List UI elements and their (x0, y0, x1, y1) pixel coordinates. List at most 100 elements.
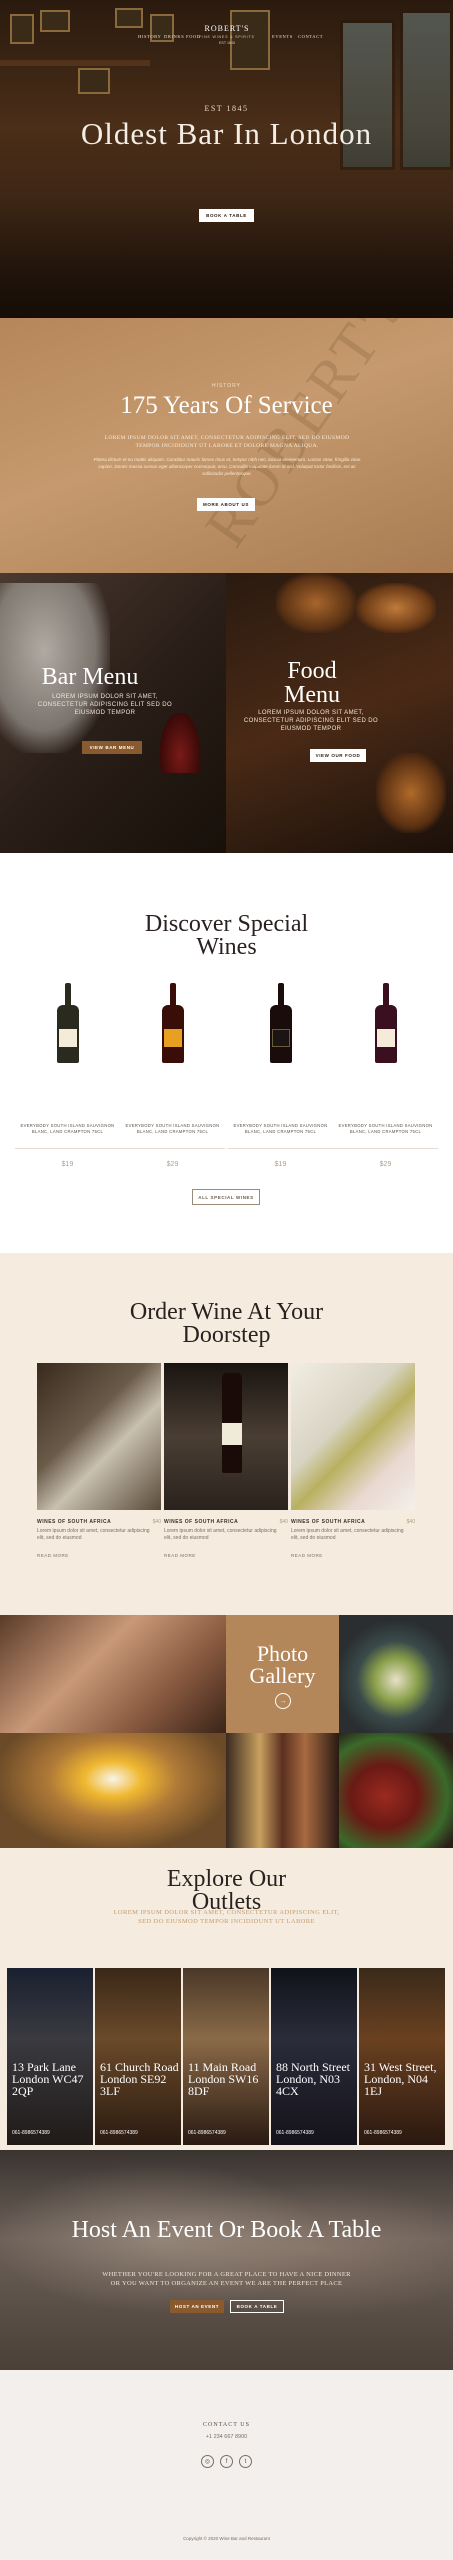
wine-glass-photo (160, 713, 200, 773)
outlet-phone: 061-8986574389 (100, 2130, 138, 2136)
twitter-icon[interactable]: t (239, 2455, 252, 2468)
outlet-address: 11 Main Road London SW16 8DF (188, 2060, 259, 2098)
gallery-photo[interactable] (339, 1733, 453, 1848)
wines-section: Discover Special Wines EVERYBODY SOUTH I… (0, 853, 453, 1253)
order-item-title: WINES OF SOUTH AFRICA (37, 1519, 112, 1525)
outlet-card[interactable]: 61 Church Road London SE92 3LF 061-89865… (95, 1968, 181, 2145)
order-item-price: $40 (406, 1519, 415, 1525)
order-item-desc: Lorem ipsum dolor sit amet, consectetur … (37, 1528, 150, 1541)
nav-item-contact[interactable]: CONTACT (298, 34, 323, 39)
order-title: Order Wine At Your Doorstep (129, 1299, 324, 1348)
order-card[interactable]: WINES OF SOUTH AFRICA $40 Lorem ipsum do… (164, 1363, 288, 1558)
hero-section: HISTORY DRINKS EVENTS CONTACT FOOD ROBER… (0, 0, 453, 318)
event-photo (0, 2150, 453, 2370)
read-more-link[interactable]: READ MORE (37, 1553, 69, 1558)
order-item-price: $40 (279, 1519, 288, 1525)
event-title: Host An Event Or Book A Table (71, 2217, 382, 2243)
logo-year: EST 1845 (219, 41, 235, 45)
all-wines-button[interactable]: ALL SPECIAL WINES (192, 1189, 260, 1205)
logo-subtitle: FINE WINES & SPIRITS (199, 35, 255, 39)
food-menu-text: LOREM IPSUM DOLOR SIT AMET, CONSECTETUR … (243, 710, 379, 732)
book-table-button[interactable]: BOOK A TABLE (199, 209, 254, 222)
food-photo (356, 583, 436, 633)
wine-name: EVERYBODY SOUTH ISLAND SAUVIGNON BLANC, … (338, 1123, 433, 1134)
event-section: Host An Event Or Book A Table WHETHER YO… (0, 2150, 453, 2370)
outlets-section: Explore Our Outlets LOREM IPSUM DOLOR SI… (0, 1848, 453, 2150)
wine-name: EVERYBODY SOUTH ISLAND SAUVIGNON BLANC, … (125, 1123, 220, 1134)
gallery-title: Photo Gallery (249, 1641, 316, 1688)
outlet-address: 61 Church Road London SE92 3LF (100, 2060, 179, 2098)
outlet-phone: 061-8986574389 (276, 2130, 314, 2136)
view-bar-menu-button[interactable]: VIEW BAR MENU (82, 741, 142, 754)
host-event-button[interactable]: HOST AN EVENT (170, 2300, 224, 2313)
bar-menu-title: Bar Menu (41, 664, 139, 690)
order-image (164, 1363, 288, 1510)
wine-price: $19 (274, 1161, 287, 1168)
more-about-button[interactable]: MORE ABOUT US (197, 498, 255, 511)
wines-title: Discover Special Wines (144, 911, 309, 960)
footer-heading: CONTACT US (203, 2422, 250, 2428)
read-more-link[interactable]: READ MORE (291, 1553, 323, 1558)
service-section: ROBERT'S HISTORY 175 Years Of Service LO… (0, 318, 453, 573)
service-subtitle: HISTORY (211, 383, 242, 389)
outlet-phone: 061-8986574389 (12, 2130, 50, 2136)
order-section: Order Wine At Your Doorstep WINES OF SOU… (0, 1253, 453, 1615)
hero-title: Oldest Bar In London (80, 116, 373, 151)
site-logo[interactable]: ROBERT'S FINE WINES & SPIRITS EST 1845 (196, 24, 258, 45)
service-body: Platea dictum et eu mattis aliquam. Cura… (93, 457, 361, 476)
wine-bottle-image (57, 983, 79, 1063)
order-item-price: $40 (152, 1519, 161, 1525)
instagram-icon[interactable]: ◎ (201, 2455, 214, 2468)
wine-price: $29 (379, 1161, 392, 1168)
wine-name: EVERYBODY SOUTH ISLAND SAUVIGNON BLANC, … (233, 1123, 328, 1134)
arrow-right-icon[interactable]: → (275, 1693, 291, 1709)
order-card[interactable]: WINES OF SOUTH AFRICA $40 Lorem ipsum do… (291, 1363, 415, 1558)
gallery-photo[interactable] (339, 1615, 453, 1733)
book-table-button[interactable]: BOOK A TABLE (230, 2300, 284, 2313)
footer-phone[interactable]: +1 234 667 8900 (0, 2434, 453, 2440)
order-card[interactable]: WINES OF SOUTH AFRICA $40 Lorem ipsum do… (37, 1363, 161, 1558)
wine-bottle-image (375, 983, 397, 1063)
gallery-photo[interactable] (0, 1615, 226, 1733)
outlet-address: 88 North Street London, N03 4CX (276, 2060, 350, 2098)
facebook-icon[interactable]: f (220, 2455, 233, 2468)
wine-bottle-image (162, 983, 184, 1063)
outlet-card[interactable]: 11 Main Road London SW16 8DF 061-8986574… (183, 1968, 269, 2145)
divider (15, 1148, 120, 1149)
divider (120, 1148, 225, 1149)
copyright: Copyright © 2020 Wine Bar and Restaurant (183, 2536, 270, 2541)
wine-price: $19 (61, 1161, 74, 1168)
gallery-photo[interactable] (0, 1733, 226, 1848)
divider (333, 1148, 438, 1149)
food-photo (376, 753, 446, 833)
food-menu-panel: Food Menu LOREM IPSUM DOLOR SIT AMET, CO… (226, 573, 453, 853)
order-item-desc: Lorem ipsum dolor sit amet, consectetur … (164, 1528, 277, 1541)
nav-item-history[interactable]: HISTORY (138, 34, 161, 39)
bar-menu-text: LOREM IPSUM DOLOR SIT AMET, CONSECTETUR … (37, 694, 173, 716)
gallery-title-tile: Photo Gallery → (226, 1615, 339, 1733)
gallery-photo[interactable] (226, 1733, 339, 1848)
read-more-link[interactable]: READ MORE (164, 1553, 196, 1558)
divider (228, 1148, 333, 1149)
bar-shelf (0, 60, 150, 66)
bar-menu-panel: Bar Menu LOREM IPSUM DOLOR SIT AMET, CON… (0, 573, 226, 853)
service-lead: LOREM IPSUM DOLOR SIT AMET, CONSECTETUR … (104, 435, 350, 449)
menus-section: Bar Menu LOREM IPSUM DOLOR SIT AMET, CON… (0, 573, 453, 853)
footer: CONTACT US +1 234 667 8900 ◎ f t Copyrig… (0, 2370, 453, 2560)
order-item-title: WINES OF SOUTH AFRICA (164, 1519, 239, 1525)
logo-title: ROBERT'S (204, 24, 250, 33)
outlet-card[interactable]: 13 Park Lane London WC47 2QP 061-8986574… (7, 1968, 93, 2145)
wall-frame (78, 68, 110, 94)
view-food-button[interactable]: VIEW OUR FOOD (310, 749, 366, 762)
gallery-section: Photo Gallery → (0, 1615, 453, 1848)
nav-item-events[interactable]: EVENTS (272, 34, 293, 39)
food-menu-title: Food Menu (284, 658, 340, 708)
order-image (291, 1363, 415, 1510)
outlet-address: 13 Park Lane London WC47 2QP (12, 2060, 84, 2098)
outlet-card[interactable]: 31 West Street, London, N04 1EJ 061-8986… (359, 1968, 445, 2145)
outlet-card[interactable]: 88 North Street London, N03 4CX 061-8986… (271, 1968, 357, 2145)
nav-item-drinks[interactable]: DRINKS (164, 34, 184, 39)
wine-price: $29 (166, 1161, 179, 1168)
wine-bottle-image (270, 983, 292, 1063)
outlets-text: LOREM IPSUM DOLOR SIT AMET, CONSECTETUR … (113, 1909, 340, 1925)
